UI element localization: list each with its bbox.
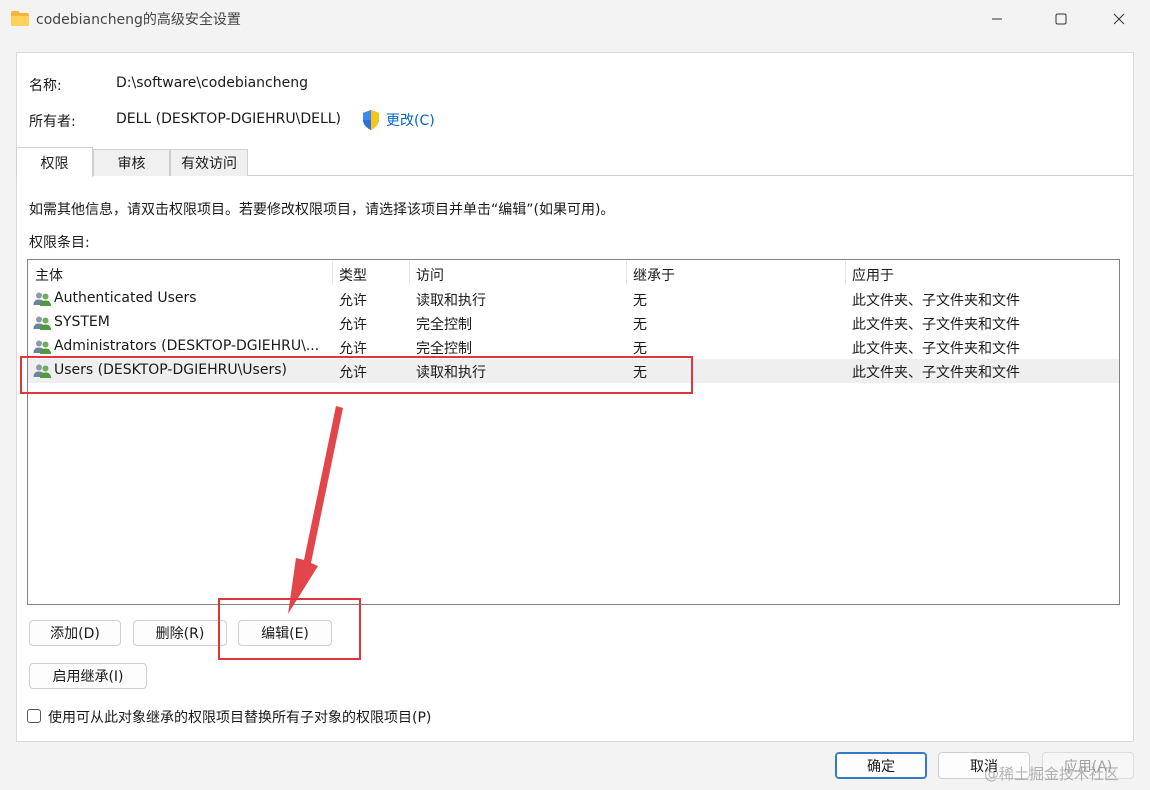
watermark-text: @稀土掘金技术社区 — [984, 765, 1120, 783]
annotation-arrow-icon — [288, 406, 343, 614]
tab-permissions[interactable]: 权限 — [16, 147, 93, 177]
